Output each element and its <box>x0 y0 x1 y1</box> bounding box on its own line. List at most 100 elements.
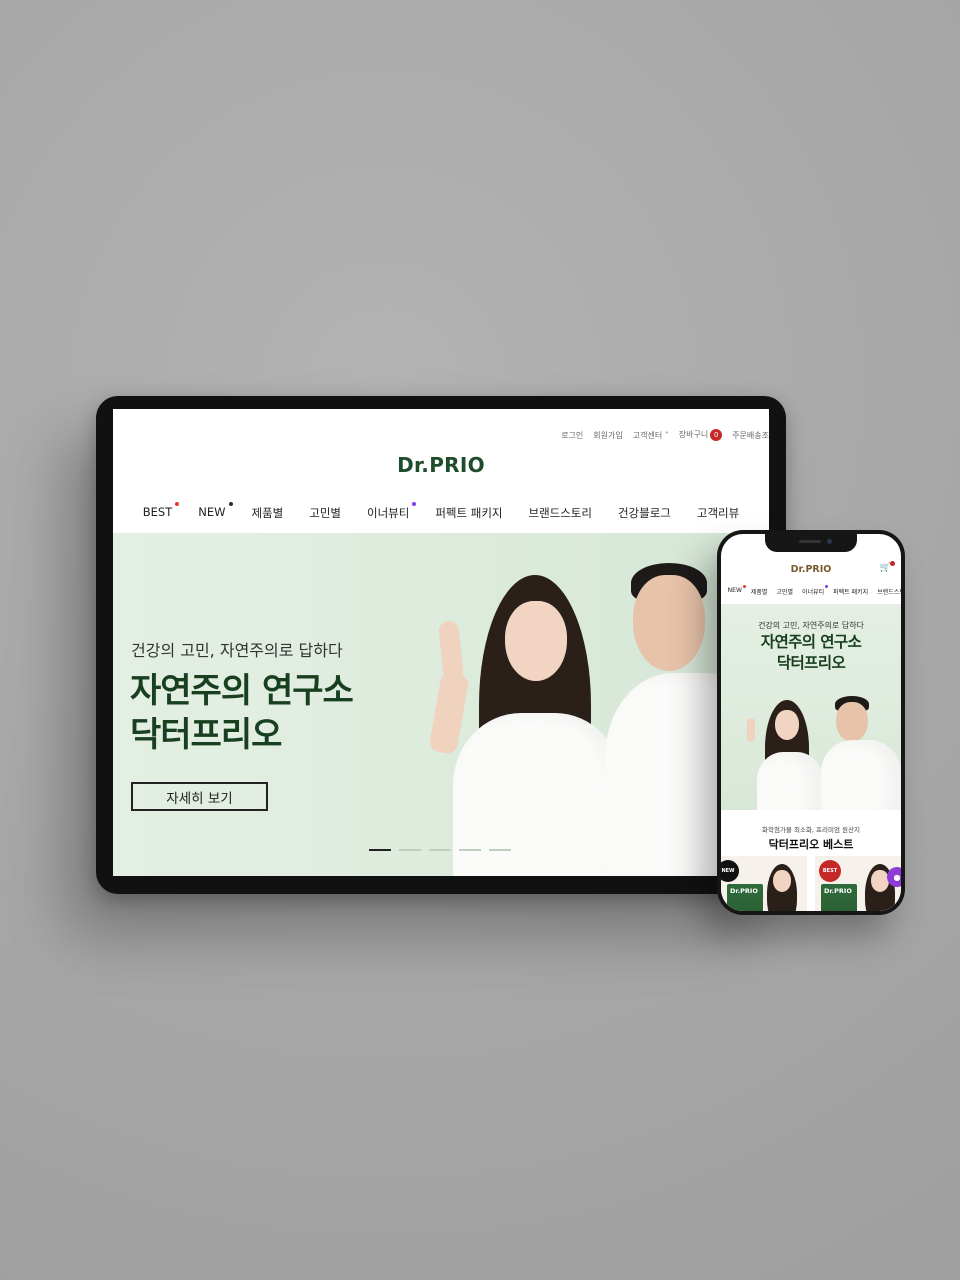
mobile-hero-title-line2: 닥터프리오 <box>776 653 846 672</box>
nav-item-label: 고민별 <box>309 506 342 520</box>
mobile-hero-banner[interactable]: 건강의 고민, 자연주의로 답하다 자연주의 연구소 닥터프리오 <box>721 604 901 810</box>
mobile-nav: TNEW제품별고민별이너뷰티퍼펙트 패키지브랜드스토리 <box>721 585 901 596</box>
new-badge: NEW <box>721 860 739 882</box>
model-thumb-face <box>773 870 791 892</box>
mobile-nav-item[interactable]: NEW <box>727 585 746 596</box>
tablet-device: 로그인 회원가입 고객센터 ˅ 장바구니 0 주문배송조 Dr.PRIO BEST… <box>96 396 786 894</box>
mobile-nav-item-label: NEW <box>727 587 742 594</box>
front-camera <box>827 539 832 544</box>
hero-banner[interactable]: 건강의 고민, 자연주의로 답하다 자연주의 연구소 닥터프리오 자세히 보기 <box>113 533 769 876</box>
nav-item-label: 브랜드스토리 <box>528 506 592 520</box>
mobile-nav-item[interactable]: 브랜드스토리 <box>877 587 901 596</box>
customer-center-label: 고객센터 <box>632 430 663 440</box>
nav-item-label: 건강블로그 <box>617 506 671 520</box>
order-tracking-link[interactable]: 주문배송조 <box>732 430 769 441</box>
woman-raised-hand <box>747 718 755 742</box>
site-logo[interactable]: Dr.PRIO <box>113 453 769 477</box>
mobile-model-man <box>821 696 901 810</box>
woman-face <box>505 601 567 681</box>
nav-item[interactable]: 고객리뷰 <box>684 505 752 521</box>
nav-new-dot <box>228 502 233 506</box>
slide-dot[interactable] <box>399 849 421 851</box>
nav-item[interactable]: 퍼펙트 패키지 <box>422 505 515 521</box>
mobile-nav-item-label: 퍼펙트 패키지 <box>833 589 869 596</box>
cart-label: 장바구니 <box>678 430 709 439</box>
mobile-nav-item-label: 제품별 <box>750 589 768 596</box>
mobile-nav-item-label: 고민별 <box>776 589 794 596</box>
customer-center-link[interactable]: 고객센터 ˅ <box>633 430 669 441</box>
best-product-list: NEW Dr.PRIO BEST Dr.PRIO <box>721 856 901 911</box>
nav-item-label: NEW <box>198 505 226 519</box>
nav-item-label: 고객리뷰 <box>696 506 740 520</box>
nav-item[interactable]: 고민별 <box>296 505 354 521</box>
cart-link[interactable]: 장바구니 0 <box>678 429 723 441</box>
mobile-nav-item-label: 브랜드스토리 <box>877 589 901 596</box>
hero-subtitle: 건강의 고민, 자연주의로 답하다 <box>131 641 343 660</box>
main-nav: BEST NEW 제품별 고민별 이너뷰티 퍼펙트 패키지 브랜드스토리 건강블로그 고객리뷰 <box>113 502 769 521</box>
phone-screen: Dr.PRIO 🛒 TNEW제품별고민별이너뷰티퍼펙트 패키지브랜드스토리 건강… <box>721 534 901 911</box>
woman-dress <box>453 713 623 876</box>
mobile-nav-new-dot <box>742 585 746 588</box>
nav-new-dot <box>175 502 180 506</box>
product-label: Dr.PRIO <box>824 887 852 895</box>
nav-item[interactable]: 브랜드스토리 <box>515 505 604 521</box>
mobile-nav-new-dot <box>825 585 829 588</box>
utility-bar: 로그인 회원가입 고객센터 ˅ 장바구니 0 주문배송조 <box>561 429 769 441</box>
mobile-nav-item[interactable]: 퍼펙트 패키지 <box>833 587 868 596</box>
signup-link[interactable]: 회원가입 <box>593 430 622 441</box>
product-box: Dr.PRIO <box>727 884 763 911</box>
speaker-grille <box>799 540 821 543</box>
nav-item[interactable]: NEW <box>185 502 238 521</box>
woman-face <box>775 710 799 740</box>
hero-title-line2: 닥터프리오 <box>130 715 282 756</box>
mobile-nav-item[interactable]: 제품별 <box>751 587 768 596</box>
best-badge: BEST <box>819 860 841 882</box>
phone-notch <box>765 534 857 552</box>
chat-icon[interactable]: ● <box>887 867 901 887</box>
slide-dot[interactable] <box>489 849 511 851</box>
mockup-stage: 로그인 회원가입 고객센터 ˅ 장바구니 0 주문배송조 Dr.PRIO BEST… <box>0 0 960 1280</box>
nav-item[interactable]: 이너뷰티 <box>354 502 422 521</box>
chevron-down-icon: ˅ <box>662 430 669 440</box>
best-section-subtitle: 화학첨가물 최소화, 프리미엄 원산지 <box>762 826 860 834</box>
nav-item[interactable]: BEST <box>130 502 185 521</box>
nav-item-label: BEST <box>142 505 173 519</box>
mobile-logo[interactable]: Dr.PRIO <box>721 564 901 575</box>
slide-dot[interactable] <box>459 849 481 851</box>
tablet-screen: 로그인 회원가입 고객센터 ˅ 장바구니 0 주문배송조 Dr.PRIO BEST… <box>113 409 769 876</box>
nav-item[interactable]: 제품별 <box>239 505 297 521</box>
mobile-hero-subtitle: 건강의 고민, 자연주의로 답하다 <box>758 621 864 630</box>
slide-dot[interactable] <box>429 849 451 851</box>
nav-item-label: 제품별 <box>251 506 284 520</box>
product-card[interactable]: NEW Dr.PRIO <box>721 856 807 911</box>
man-face <box>633 575 705 671</box>
product-label: Dr.PRIO <box>730 887 758 895</box>
slide-dot[interactable] <box>369 849 391 851</box>
product-card[interactable]: BEST Dr.PRIO <box>815 856 901 911</box>
hero-detail-button[interactable]: 자세히 보기 <box>131 782 268 811</box>
login-link[interactable]: 로그인 <box>561 430 583 441</box>
nav-item-label: 이너뷰티 <box>367 506 410 520</box>
product-box: Dr.PRIO <box>821 884 857 911</box>
phone-device: Dr.PRIO 🛒 TNEW제품별고민별이너뷰티퍼펙트 패키지브랜드스토리 건강… <box>717 530 905 915</box>
mobile-model-woman <box>743 696 833 810</box>
cart-count-badge: 0 <box>710 429 723 441</box>
hero-title: 자연주의 연구소 닥터프리오 <box>130 669 354 757</box>
mobile-nav-item[interactable]: 고민별 <box>776 587 793 596</box>
slide-indicators <box>369 849 511 851</box>
woman-dress <box>757 752 823 810</box>
man-shirt <box>821 740 901 810</box>
mobile-hero-title-line1: 자연주의 연구소 <box>760 633 862 651</box>
best-section-title: 닥터프리오 베스트 <box>768 838 854 851</box>
nav-item-label: 퍼펙트 패키지 <box>435 506 503 520</box>
man-face <box>836 702 868 742</box>
mobile-hero-title: 자연주의 연구소 닥터프리오 <box>721 632 901 674</box>
nav-new-dot <box>412 502 417 506</box>
mobile-nav-item[interactable]: 이너뷰티 <box>802 585 829 596</box>
woman-arm <box>428 671 470 755</box>
model-thumb-face <box>871 870 889 892</box>
hero-title-line1: 자연주의 연구소 <box>130 671 354 711</box>
cart-badge <box>890 561 895 566</box>
mobile-nav-item-label: 이너뷰티 <box>802 589 825 596</box>
nav-item[interactable]: 건강블로그 <box>605 505 684 521</box>
